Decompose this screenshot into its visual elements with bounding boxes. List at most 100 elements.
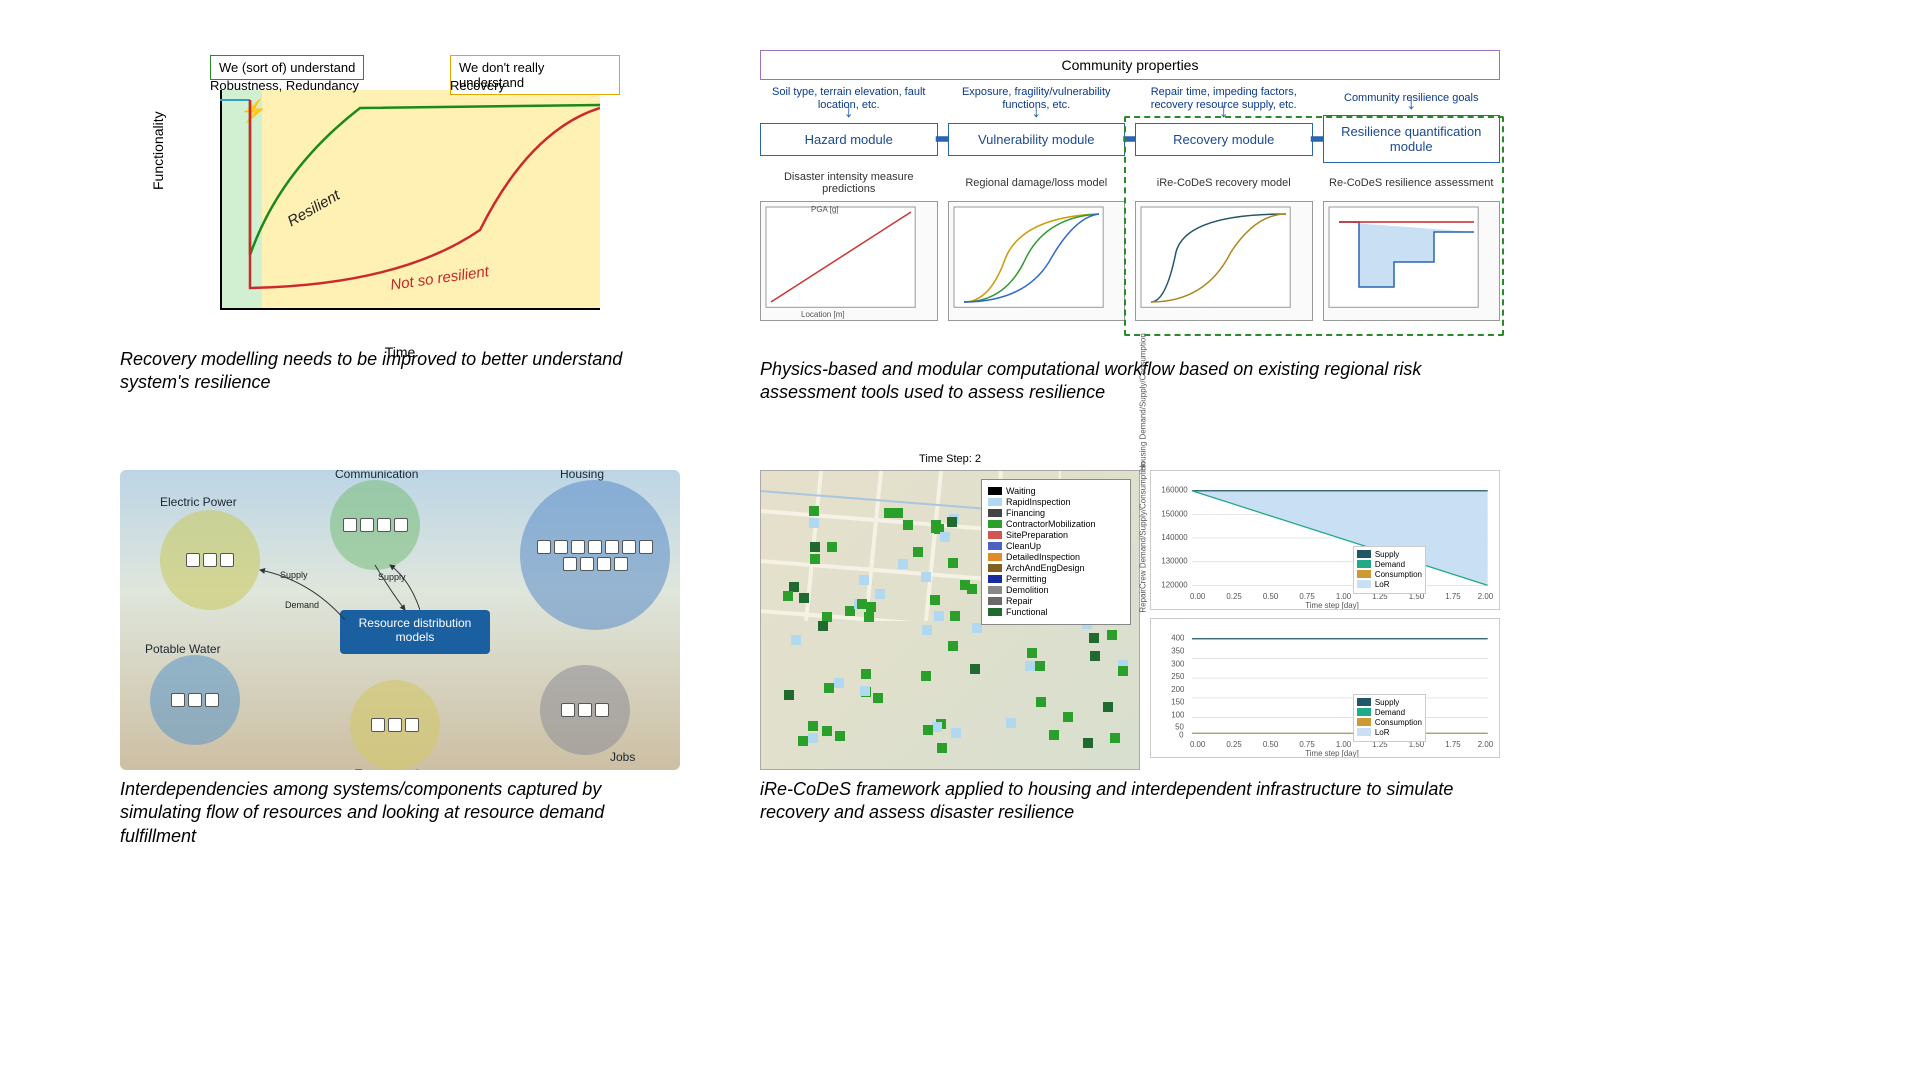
thumb-resilience-curve	[1323, 201, 1501, 321]
chart-legend-item: Demand	[1357, 560, 1422, 569]
legend-swatch	[988, 553, 1002, 561]
hazard-module-label: Hazard module	[805, 132, 893, 147]
building-marker	[861, 669, 871, 679]
chart-legend-label: Consumption	[1375, 570, 1422, 579]
svg-text:Demand: Demand	[285, 600, 319, 610]
svg-text:0: 0	[1179, 730, 1184, 739]
building-marker	[873, 693, 883, 703]
legend-label: Waiting	[1006, 486, 1036, 496]
sub-recovery-model: iRe-CoDeS recovery model	[1135, 177, 1313, 189]
repaircrew-chart-legend: SupplyDemandConsumptionLoR	[1353, 694, 1426, 742]
resilience-curve-figure: We (sort of) understand We don't really …	[180, 50, 620, 340]
building-marker	[864, 612, 874, 622]
y-axis-label: Functionality	[150, 111, 166, 190]
building-marker	[808, 721, 818, 731]
building-marker	[799, 593, 809, 603]
legend-swatch	[988, 608, 1002, 616]
legend-label: Permitting	[1006, 574, 1047, 584]
house-icon	[639, 540, 653, 554]
building-marker	[791, 635, 801, 645]
svg-text:Supply: Supply	[280, 570, 308, 580]
building-marker	[1083, 738, 1093, 748]
building-marker	[921, 671, 931, 681]
building-marker	[859, 575, 869, 585]
chart-legend-label: Supply	[1375, 550, 1399, 559]
building-marker	[808, 733, 818, 743]
hazard-module: ↓ Hazard module ➡	[760, 123, 938, 156]
building-marker	[931, 520, 941, 530]
building-marker	[783, 591, 793, 601]
arrow-down-icon: ↓	[844, 100, 854, 123]
housing-chart-legend: SupplyDemandConsumptionLoR	[1353, 546, 1426, 594]
legend-item: SitePreparation	[988, 530, 1124, 540]
chart-legend-item: Consumption	[1357, 570, 1422, 579]
building-marker	[809, 506, 819, 516]
svg-text:100: 100	[1171, 711, 1185, 720]
thumb-restoration-curves	[1135, 201, 1313, 321]
legend-item: Permitting	[988, 574, 1124, 584]
svg-text:1.00: 1.00	[1336, 740, 1352, 749]
svg-text:130000: 130000	[1161, 557, 1188, 566]
building-icon	[595, 703, 609, 717]
building-marker	[903, 520, 913, 530]
building-marker	[875, 589, 885, 599]
building-marker	[866, 602, 876, 612]
svg-text:Location [m]: Location [m]	[801, 310, 845, 319]
legend-swatch	[988, 597, 1002, 605]
svg-text:120000: 120000	[1161, 580, 1188, 589]
svg-text:400: 400	[1171, 634, 1185, 643]
chart-legend-swatch	[1357, 698, 1371, 706]
building-marker	[818, 621, 828, 631]
svg-text:2.00: 2.00	[1478, 740, 1494, 749]
svg-text:PGA [g]: PGA [g]	[811, 205, 839, 214]
building-marker	[922, 625, 932, 635]
legend-swatch	[988, 531, 1002, 539]
recovery-map: Time Step: 2 WaitingRapidInspectionFinan…	[760, 470, 1140, 770]
legend-item: Demolition	[988, 585, 1124, 595]
building-marker	[930, 595, 940, 605]
legend-item: Repair	[988, 596, 1124, 606]
legend-swatch	[988, 575, 1002, 583]
legend-item: Waiting	[988, 486, 1124, 496]
house-icon	[605, 540, 619, 554]
svg-text:0.75: 0.75	[1299, 592, 1315, 601]
svg-text:1.00: 1.00	[1336, 592, 1352, 601]
building-marker	[809, 518, 819, 528]
building-marker	[923, 725, 933, 735]
legend-item: CleanUp	[988, 541, 1124, 551]
legend-label: DetailedInspection	[1006, 552, 1080, 562]
label-housing: Housing	[560, 470, 604, 481]
svg-text:150000: 150000	[1161, 509, 1188, 518]
legend-label: Repair	[1006, 596, 1033, 606]
x-axis-label: Time	[385, 344, 416, 360]
chart-legend-swatch	[1357, 560, 1371, 568]
building-marker	[810, 542, 820, 552]
label-jobs: Jobs	[610, 750, 635, 764]
bubble-housing	[520, 480, 670, 630]
arrow-down-icon: ↓	[1031, 100, 1041, 123]
house-icon	[563, 557, 577, 571]
building-marker	[857, 599, 867, 609]
building-marker	[827, 542, 837, 552]
svg-text:Supply: Supply	[378, 572, 406, 582]
building-marker	[1025, 661, 1035, 671]
building-marker	[1110, 733, 1120, 743]
building-marker	[948, 641, 958, 651]
house-icon	[588, 540, 602, 554]
svg-text:0.50: 0.50	[1263, 740, 1279, 749]
bubble-water	[150, 655, 240, 745]
legend-label: SitePreparation	[1006, 530, 1068, 540]
building-marker	[1118, 666, 1128, 676]
housing-chart: Housing Demand/Supply/Consumption 160000…	[1150, 470, 1500, 610]
svg-text:1.75: 1.75	[1445, 592, 1461, 601]
house-icon	[554, 540, 568, 554]
chart-legend-label: Supply	[1375, 698, 1399, 707]
label-transport: Transportation	[355, 767, 432, 770]
legend-item: Functional	[988, 607, 1124, 617]
svg-text:0.00: 0.00	[1190, 740, 1206, 749]
chart-legend-item: Supply	[1357, 698, 1422, 707]
workflow-thumbnails-row: Location [m] PGA [g]	[760, 201, 1500, 321]
building-marker	[970, 664, 980, 674]
label-water: Potable Water	[145, 642, 221, 656]
building-marker	[1035, 661, 1045, 671]
